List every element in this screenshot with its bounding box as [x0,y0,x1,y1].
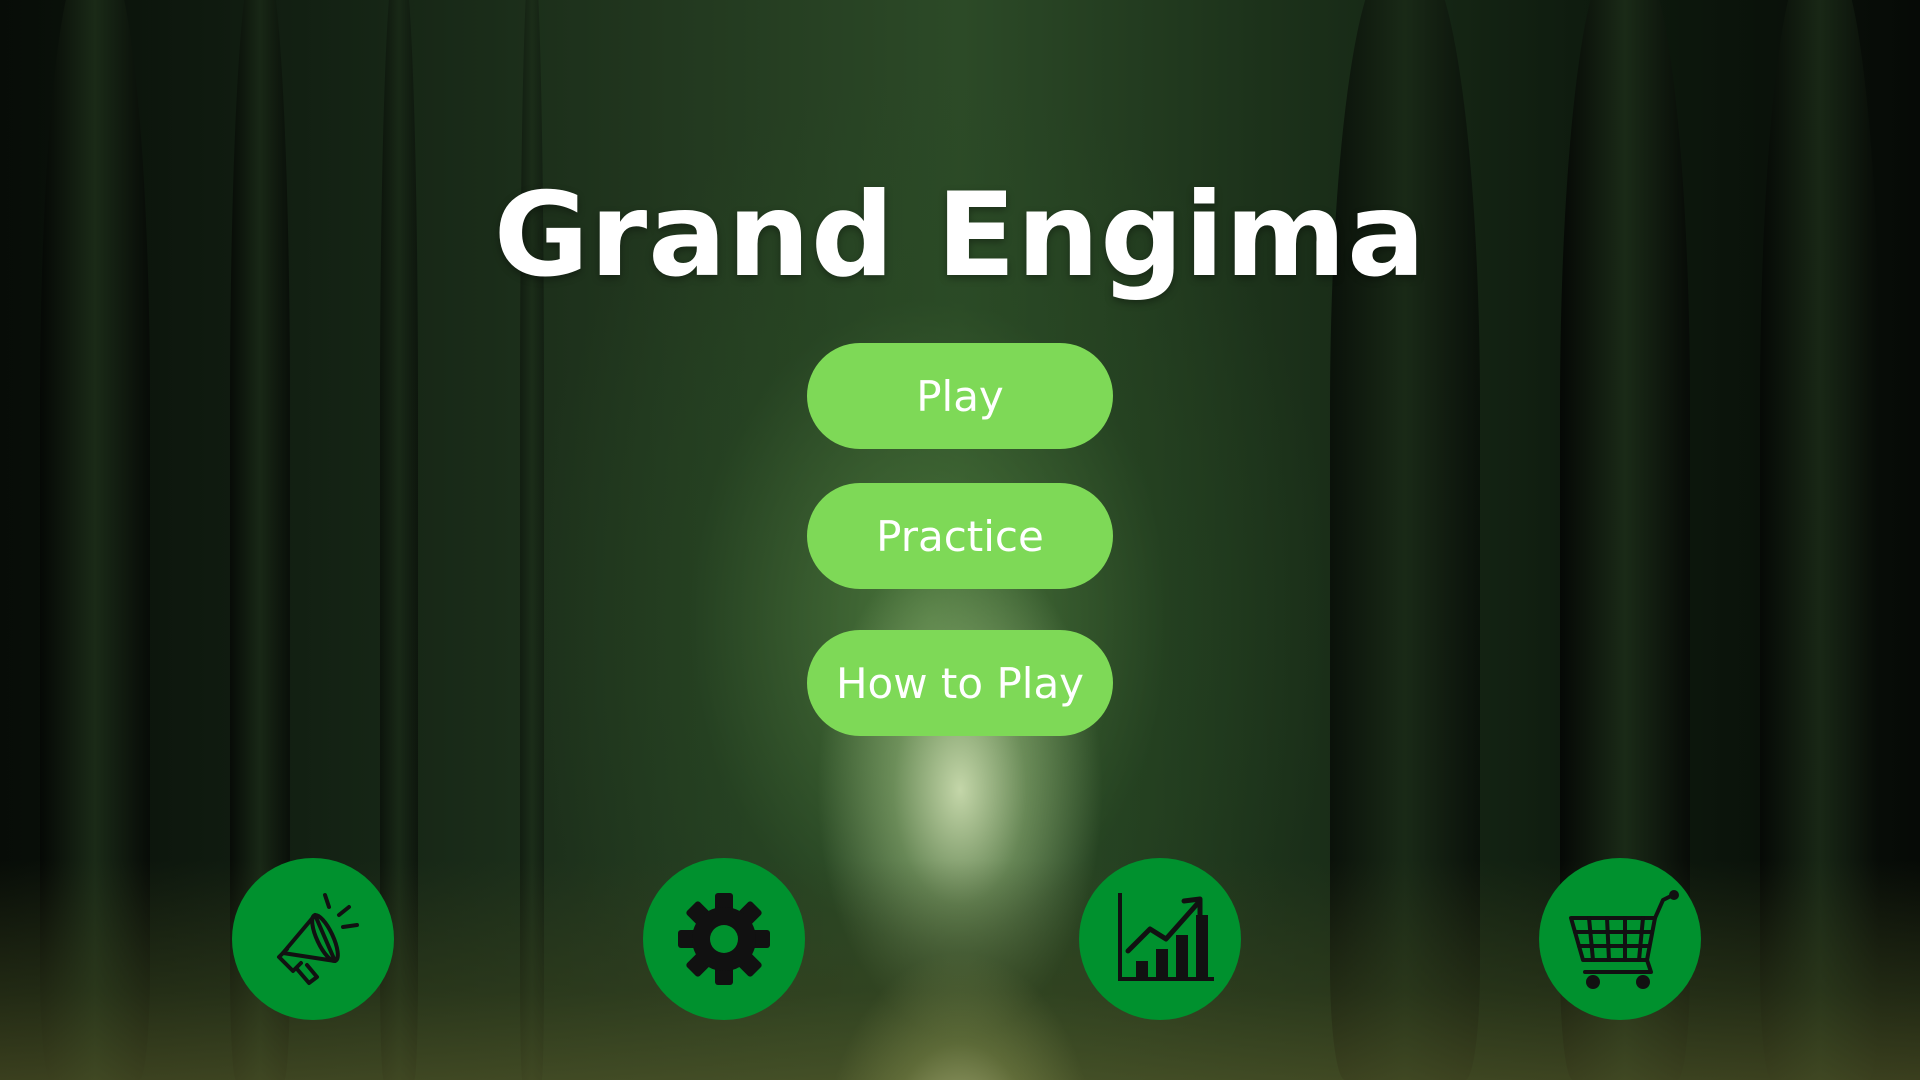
announcements-button[interactable] [232,858,394,1020]
cart-icon [1569,890,1679,989]
chart-icon [1118,893,1214,981]
main-menu-screen: Grand Engima Play Practice How to Play [0,0,1920,1080]
shop-button[interactable] [1539,858,1701,1020]
game-title: Grand Engima [493,167,1427,303]
statistics-button[interactable] [1079,858,1241,1020]
practice-button[interactable]: Practice [807,483,1113,589]
play-button[interactable]: Play [807,343,1113,449]
gear-icon [678,893,770,985]
megaphone-icon [277,893,359,985]
how-to-play-button[interactable]: How to Play [807,630,1113,736]
settings-button[interactable] [643,858,805,1020]
